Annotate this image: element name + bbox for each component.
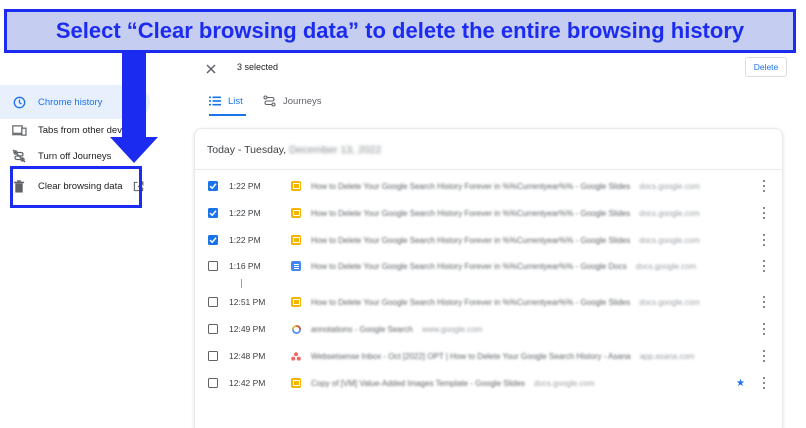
visit-time: 12:48 PM [229, 351, 266, 361]
history-row[interactable]: 12:48 PM Websetsense Inbox - Oct [2022] O… [195, 345, 784, 367]
more-actions-icon[interactable] [762, 260, 766, 272]
history-card: Today - Tuesday, December 13, 2022 1:22 … [194, 128, 783, 428]
history-row[interactable]: 12:51 PM How to Delete Your Google Search… [195, 291, 784, 313]
selected-count: 3 selected [237, 62, 279, 72]
checkbox[interactable] [208, 297, 218, 307]
sidebar-item-label: Chrome history [38, 96, 103, 108]
divider [195, 169, 782, 170]
page-domain: docs.google.com [635, 261, 697, 271]
selection-toolbar: 3 selected Delete [196, 54, 796, 84]
text-cursor [241, 279, 242, 288]
slides-favicon [291, 181, 301, 191]
tab-label: Journeys [283, 95, 322, 107]
page-domain: docs.google.com [639, 181, 700, 191]
check-icon [209, 183, 217, 190]
devices-icon [11, 122, 27, 138]
page-title: How to Delete Your Google Search History… [311, 297, 631, 307]
page-title-link[interactable]: Websetsense Inbox - Oct [2022] OPT | How… [311, 352, 694, 361]
more-actions-icon[interactable] [762, 207, 766, 219]
page-title: How to Delete Your Google Search History… [311, 261, 627, 271]
more-actions-icon[interactable] [762, 377, 766, 389]
checkbox-checked[interactable] [208, 181, 218, 191]
docs-favicon [291, 261, 301, 271]
checkbox[interactable] [208, 378, 218, 388]
more-actions-icon[interactable] [762, 180, 766, 192]
page-title: How to Delete Your Google Search History… [311, 181, 631, 191]
visit-time: 1:22 PM [229, 208, 261, 218]
clock-icon [11, 94, 27, 110]
history-row[interactable]: 12:42 PM Copy of [VM] Value-Added Images … [195, 372, 784, 394]
delete-button[interactable]: Delete [745, 57, 787, 77]
google-favicon [291, 324, 301, 334]
page-domain: docs.google.com [639, 297, 700, 307]
visit-time: 1:16 PM [229, 261, 261, 271]
slides-favicon [291, 297, 301, 307]
checkbox[interactable] [208, 324, 218, 334]
more-actions-icon[interactable] [762, 234, 766, 246]
instruction-banner: Select “Clear browsing data” to delete t… [4, 9, 796, 53]
checkbox-checked[interactable] [208, 208, 218, 218]
date-prefix: Today - Tuesday, [207, 144, 287, 156]
checkbox[interactable] [208, 351, 218, 361]
more-actions-icon[interactable] [762, 323, 766, 335]
journeys-off-icon [11, 148, 27, 164]
instruction-text: Select “Clear browsing data” to delete t… [55, 18, 745, 43]
page-domain: app.asana.com [639, 351, 695, 361]
annotation-arrow [110, 53, 158, 163]
tab-list[interactable]: List [209, 88, 246, 116]
page-title: How to Delete Your Google Search History… [311, 235, 631, 245]
visit-time: 12:51 PM [229, 297, 266, 307]
page-domain: docs.google.com [534, 378, 595, 388]
list-icon [209, 96, 221, 106]
view-tabs: List Journeys [196, 88, 796, 116]
visit-time: 12:49 PM [229, 324, 266, 334]
history-row[interactable]: 1:22 PM How to Delete Your Google Search … [195, 229, 784, 251]
asana-favicon [291, 351, 301, 361]
page-title-link[interactable]: How to Delete Your Google Search History… [311, 182, 700, 191]
tab-journeys[interactable]: Journeys [263, 88, 322, 114]
history-row[interactable]: 1:22 PM How to Delete Your Google Search … [195, 202, 784, 224]
sidebar-item-label: Turn off Journeys [38, 150, 112, 162]
checkbox-checked[interactable] [208, 235, 218, 245]
bookmark-star-icon: ★ [736, 377, 745, 389]
page-domain: docs.google.com [639, 235, 700, 245]
history-row[interactable]: 1:16 PM How to Delete Your Google Search … [195, 255, 784, 277]
clear-browsing-data-highlight [10, 166, 142, 208]
slides-favicon [291, 208, 301, 218]
history-row[interactable]: 1:22 PM How to Delete Your Google Search … [195, 175, 784, 197]
more-actions-icon[interactable] [762, 350, 766, 362]
page-title-link[interactable]: Copy of [VM] Value-Added Images Template… [311, 379, 595, 388]
page-title-link[interactable]: How to Delete Your Google Search History… [311, 236, 700, 245]
slides-favicon [291, 235, 301, 245]
journeys-icon [263, 95, 276, 107]
slides-favicon [291, 378, 301, 388]
visit-time: 12:42 PM [229, 378, 266, 388]
close-icon[interactable] [204, 62, 218, 76]
page-domain: www.google.com [421, 324, 483, 334]
date-blurred: December 13, 2022 [289, 144, 382, 156]
tab-label: List [228, 95, 243, 107]
check-icon [209, 237, 217, 244]
page-domain: docs.google.com [639, 208, 700, 218]
page-title-link[interactable]: How to Delete Your Google Search History… [311, 262, 696, 271]
visit-time: 1:22 PM [229, 181, 261, 191]
page-title: Websetsense Inbox - Oct [2022] OPT | How… [311, 351, 631, 361]
history-row[interactable]: 12:49 PM annotations - Google Search www.g… [195, 318, 784, 340]
visit-time: 1:22 PM [229, 235, 261, 245]
more-actions-icon[interactable] [762, 296, 766, 308]
check-icon [209, 210, 217, 217]
page-title: annotations - Google Search [311, 324, 413, 334]
checkbox[interactable] [208, 261, 218, 271]
page-title: Copy of [VM] Value-Added Images Template… [311, 378, 526, 388]
history-date-header: Today - Tuesday, December 13, 2022 [207, 144, 381, 156]
page-title-link[interactable]: How to Delete Your Google Search History… [311, 298, 700, 307]
page-title-link[interactable]: How to Delete Your Google Search History… [311, 209, 700, 218]
page-title-link[interactable]: annotations - Google Search www.google.co… [311, 325, 482, 334]
page-title: How to Delete Your Google Search History… [311, 208, 631, 218]
